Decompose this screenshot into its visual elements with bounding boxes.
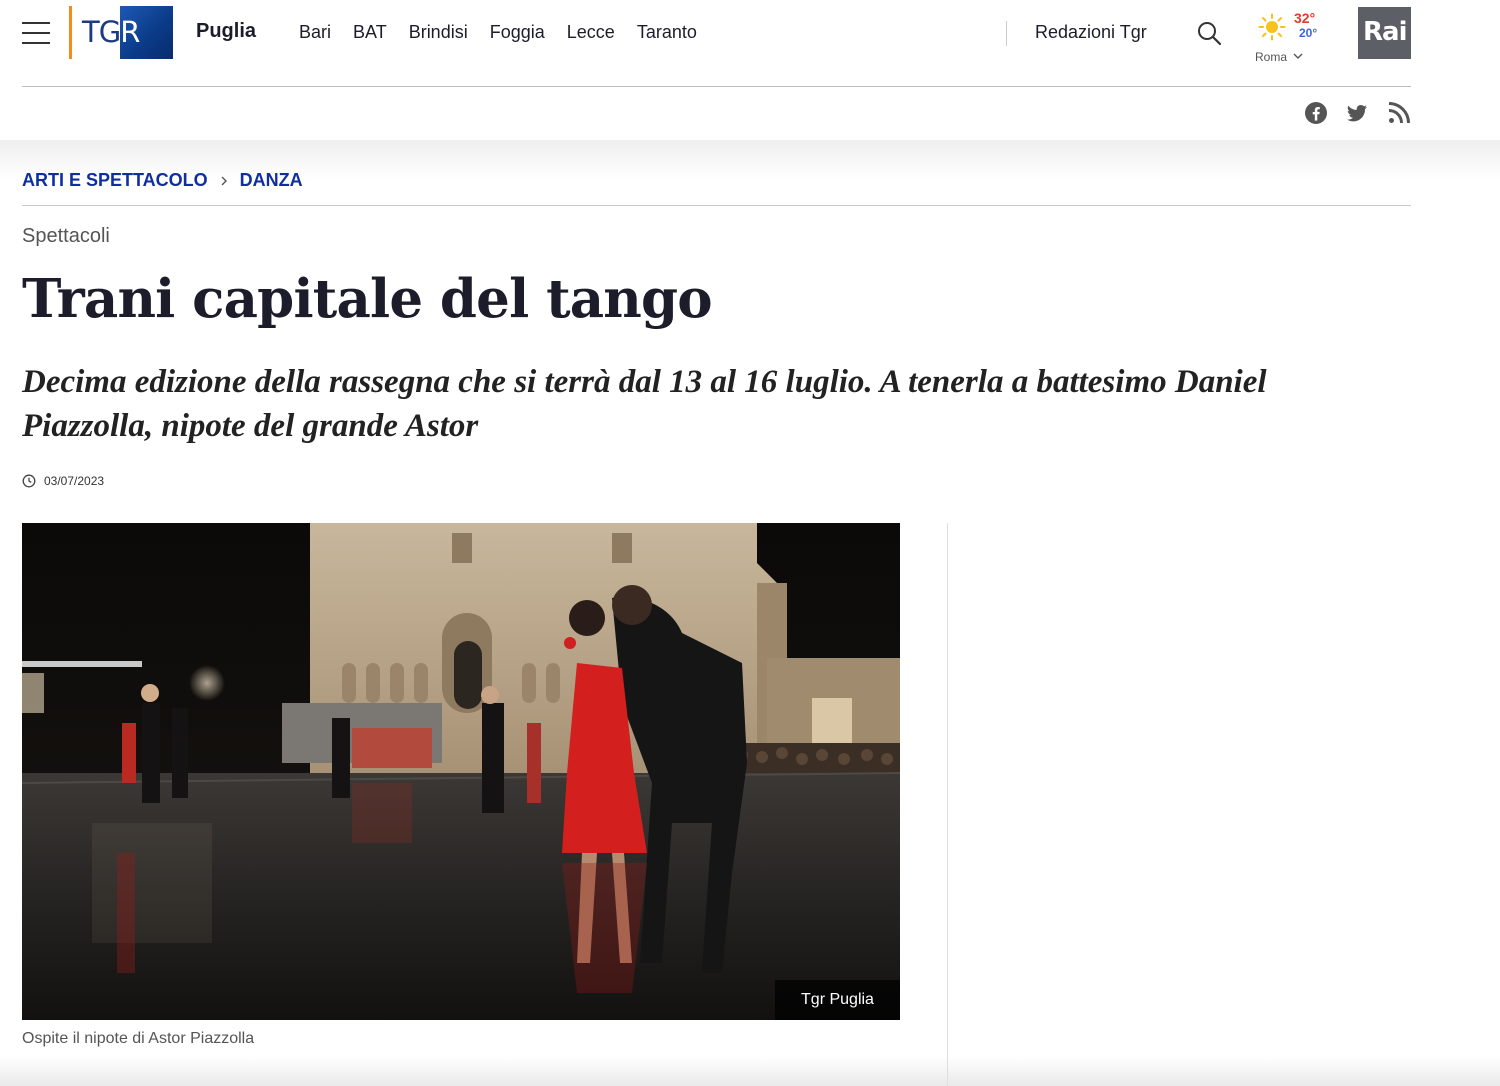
sun-icon <box>1258 13 1286 41</box>
article-video[interactable]: Tgr Puglia <box>22 523 900 1020</box>
breadcrumb-rule <box>22 205 1411 206</box>
bottom-shadow <box>0 1056 1500 1086</box>
article-subtitle: Decima edizione della rassegna che si te… <box>22 364 1267 444</box>
weather-city: Roma <box>1255 50 1288 64</box>
city-link-foggia[interactable]: Foggia <box>490 22 545 43</box>
article-date-row: 03/07/2023 <box>22 474 104 488</box>
rss-icon[interactable] <box>1387 101 1411 125</box>
tango-photo <box>22 523 900 1020</box>
city-link-bari[interactable]: Bari <box>299 22 331 43</box>
article-title: Trani capitale del tango <box>22 268 713 330</box>
temp-min: 20° <box>1299 26 1318 40</box>
temp-max: 32° <box>1294 10 1316 26</box>
video-credit: Tgr Puglia <box>775 980 900 1020</box>
search-icon[interactable] <box>1196 20 1222 46</box>
menu-icon[interactable] <box>22 21 50 45</box>
rai-logo[interactable]: Rai <box>1358 7 1411 59</box>
region-link[interactable]: Puglia <box>196 20 256 43</box>
tgr-logo[interactable]: TGR <box>69 6 173 59</box>
redazioni-link[interactable]: Redazioni Tgr <box>1035 22 1147 43</box>
breadcrumb-item-arti-e-spettacolo[interactable]: ARTI E SPETTACOLO <box>22 170 208 191</box>
header-rule <box>22 86 1411 87</box>
city-nav: Bari BAT Brindisi Foggia Lecce Taranto <box>299 22 697 43</box>
chevron-down-icon <box>1293 53 1303 59</box>
city-link-bat[interactable]: BAT <box>353 22 387 43</box>
article-date: 03/07/2023 <box>44 474 105 488</box>
site-header: TGR Puglia Bari BAT Brindisi Foggia Lecc… <box>0 0 1500 140</box>
city-link-lecce[interactable]: Lecce <box>567 22 615 43</box>
weather-widget[interactable]: 32° 20° Roma <box>1252 8 1332 64</box>
city-link-taranto[interactable]: Taranto <box>637 22 697 43</box>
city-link-brindisi[interactable]: Brindisi <box>409 22 468 43</box>
chevron-right-icon <box>221 176 227 185</box>
clock-icon <box>22 474 36 488</box>
breadcrumb: ARTI E SPETTACOLO DANZA <box>22 170 303 191</box>
breadcrumb-item-danza[interactable]: DANZA <box>240 170 303 191</box>
header-divider <box>1006 21 1007 46</box>
section-label[interactable]: Spettacoli <box>22 225 110 248</box>
video-caption: Ospite il nipote di Astor Piazzolla <box>22 1030 255 1047</box>
sidebar-divider <box>947 523 948 1086</box>
twitter-icon[interactable] <box>1345 101 1369 125</box>
facebook-icon[interactable] <box>1304 101 1328 125</box>
